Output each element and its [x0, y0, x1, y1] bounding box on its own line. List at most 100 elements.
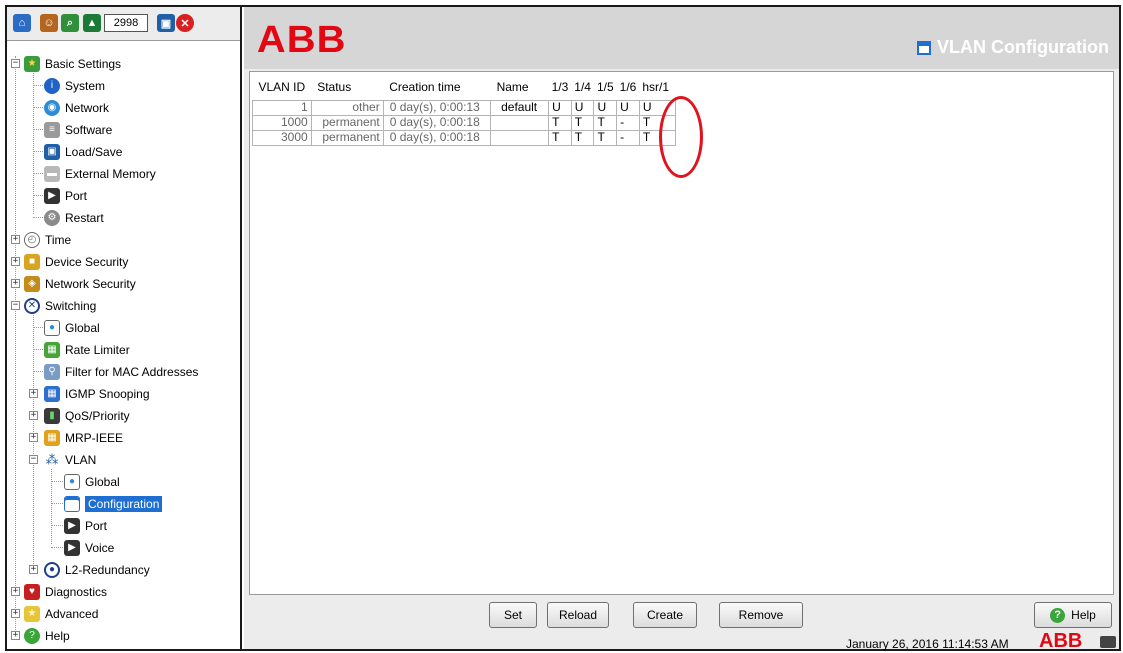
column-header[interactable]: 1/6	[616, 74, 640, 100]
port-cell[interactable]: U	[570, 99, 595, 116]
upload-icon[interactable]: ▲	[83, 14, 101, 32]
create-button[interactable]: Create	[633, 602, 697, 628]
tree-item-basic-settings[interactable]: ★ Basic Settings	[24, 53, 121, 74]
vlan-id-cell[interactable]: 3000	[252, 129, 312, 146]
table-row[interactable]: 1000 permanent 0 day(s), 0:00:18 T T T -…	[252, 114, 676, 131]
table-row[interactable]: 1 other 0 day(s), 0:00:13 default U U U …	[252, 99, 676, 116]
close-icon[interactable]: ✕	[176, 14, 194, 32]
expand-toggle[interactable]: +	[29, 433, 38, 442]
port-cell[interactable]: T	[593, 129, 618, 146]
port-cell[interactable]: T	[570, 114, 595, 131]
port-cell[interactable]: -	[616, 114, 640, 131]
column-header[interactable]: Name	[490, 74, 549, 100]
expand-toggle[interactable]: +	[11, 587, 20, 596]
tree-item-network[interactable]: ◉ Network	[44, 97, 109, 118]
vlan-id-cell[interactable]: 1	[252, 99, 312, 116]
document-icon: ≡	[44, 121, 60, 138]
port-cell[interactable]: T	[548, 114, 572, 131]
home-icon[interactable]: ⌂	[13, 14, 31, 32]
tree-item-time[interactable]: ◴ Time	[24, 229, 71, 250]
column-header[interactable]: Creation time	[383, 74, 491, 100]
port-cell[interactable]: U	[616, 99, 640, 116]
port-cell[interactable]: U	[548, 99, 572, 116]
memory-card-icon: ▬	[44, 165, 60, 182]
users-icon[interactable]: ☺	[40, 14, 58, 32]
tree-item-igmp-snooping[interactable]: ▦ IGMP Snooping	[44, 383, 150, 404]
expand-toggle[interactable]: +	[29, 565, 38, 574]
expand-toggle[interactable]: +	[29, 411, 38, 420]
creation-time-cell[interactable]: 0 day(s), 0:00:13	[382, 99, 492, 116]
set-button[interactable]: Set	[489, 602, 537, 628]
datetime-display: January 26, 2016 11:14:53 AM	[846, 637, 1009, 651]
port-cell[interactable]: T	[548, 129, 572, 146]
tree-item-switching[interactable]: ✕ Switching	[24, 295, 96, 316]
tree-item-load-save[interactable]: ▣ Load/Save	[44, 141, 122, 162]
tree-item-help[interactable]: ? Help	[24, 625, 70, 646]
tree-item-external-memory[interactable]: ▬ External Memory	[44, 163, 156, 184]
status-cell[interactable]: other	[310, 99, 384, 116]
status-cell[interactable]: permanent	[310, 114, 384, 131]
help-button[interactable]: ? Help	[1034, 602, 1112, 628]
search-icon[interactable]: ⌕	[61, 14, 79, 32]
column-header[interactable]: 1/4	[571, 74, 594, 100]
tree-item-vlan-configuration[interactable]: Configuration	[64, 493, 163, 514]
name-cell[interactable]: default	[490, 99, 550, 116]
tree-item-vlan-global[interactable]: ● Global	[64, 471, 120, 492]
name-cell[interactable]	[490, 129, 550, 146]
reload-button[interactable]: Reload	[547, 602, 609, 628]
tree-item-port[interactable]: ▶ Port	[44, 185, 87, 206]
port-cell[interactable]: T	[593, 114, 618, 131]
status-cell[interactable]: permanent	[310, 129, 384, 146]
tree-item-system[interactable]: i System	[44, 75, 105, 96]
tree-item-diagnostics[interactable]: ♥ Diagnostics	[24, 581, 107, 602]
expand-toggle[interactable]: +	[11, 235, 20, 244]
tree-item-filter-mac[interactable]: ⚲ Filter for MAC Addresses	[44, 361, 198, 382]
tree-item-vlan-port[interactable]: ▶ Port	[64, 515, 107, 536]
save-icon[interactable]: ▣	[157, 14, 175, 32]
table-row[interactable]: 3000 permanent 0 day(s), 0:00:18 T T T -…	[252, 129, 676, 146]
igmp-icon: ▦	[44, 385, 60, 402]
column-header[interactable]: 1/5	[593, 74, 617, 100]
tree-item-advanced[interactable]: ★ Advanced	[24, 603, 98, 624]
expand-toggle[interactable]: +	[11, 631, 20, 640]
lock-icon: ■	[24, 253, 40, 270]
collapse-toggle[interactable]: −	[29, 455, 38, 464]
shield-icon: ◈	[24, 275, 40, 292]
collapse-toggle[interactable]: −	[11, 59, 20, 68]
column-header[interactable]: 1/3	[548, 74, 572, 100]
counter-field: 2998	[104, 14, 148, 32]
port-cell[interactable]: U	[593, 99, 618, 116]
creation-time-cell[interactable]: 0 day(s), 0:00:18	[382, 129, 492, 146]
column-header[interactable]: VLAN ID	[252, 74, 312, 100]
tree-item-mrp-ieee[interactable]: ▦ MRP-IEEE	[44, 427, 123, 448]
tree-item-software[interactable]: ≡ Software	[44, 119, 112, 140]
gear-icon: ⚙	[44, 209, 60, 226]
expand-toggle[interactable]: +	[11, 257, 20, 266]
column-header[interactable]: Status	[311, 74, 384, 100]
tree-item-vlan[interactable]: ⁂ VLAN	[44, 449, 96, 470]
tree-item-global[interactable]: ● Global	[44, 317, 100, 338]
tree-item-l2-redundancy[interactable]: ● L2-Redundancy	[44, 559, 150, 580]
name-cell[interactable]	[490, 114, 550, 131]
tree-item-vlan-voice[interactable]: ▶ Voice	[64, 537, 114, 558]
tree-item-network-security[interactable]: ◈ Network Security	[24, 273, 136, 294]
remove-button[interactable]: Remove	[719, 602, 803, 628]
collapse-toggle[interactable]: −	[11, 301, 20, 310]
vlan-table: VLAN ID Status Creation time Name 1/3 1/…	[252, 74, 676, 146]
port-cell[interactable]: -	[616, 129, 640, 146]
toolbar: ⌂ ☺ ⌕ ▲ 2998 ▣ ✕	[7, 7, 240, 41]
vlan-id-cell[interactable]: 1000	[252, 114, 312, 131]
tree-item-rate-limiter[interactable]: ▦ Rate Limiter	[44, 339, 130, 360]
switch-icon: ✕	[24, 297, 40, 314]
expand-toggle[interactable]: +	[29, 389, 38, 398]
expand-toggle[interactable]: +	[11, 609, 20, 618]
column-header[interactable]: hsr/1	[639, 74, 676, 100]
redundancy-icon: ●	[44, 561, 60, 578]
help-icon: ?	[1050, 607, 1066, 623]
creation-time-cell[interactable]: 0 day(s), 0:00:18	[382, 114, 492, 131]
tree-item-restart[interactable]: ⚙ Restart	[44, 207, 104, 228]
expand-toggle[interactable]: +	[11, 279, 20, 288]
port-cell[interactable]: T	[570, 129, 595, 146]
tree-item-device-security[interactable]: ■ Device Security	[24, 251, 128, 272]
tree-item-qos-priority[interactable]: ▮ QoS/Priority	[44, 405, 130, 426]
